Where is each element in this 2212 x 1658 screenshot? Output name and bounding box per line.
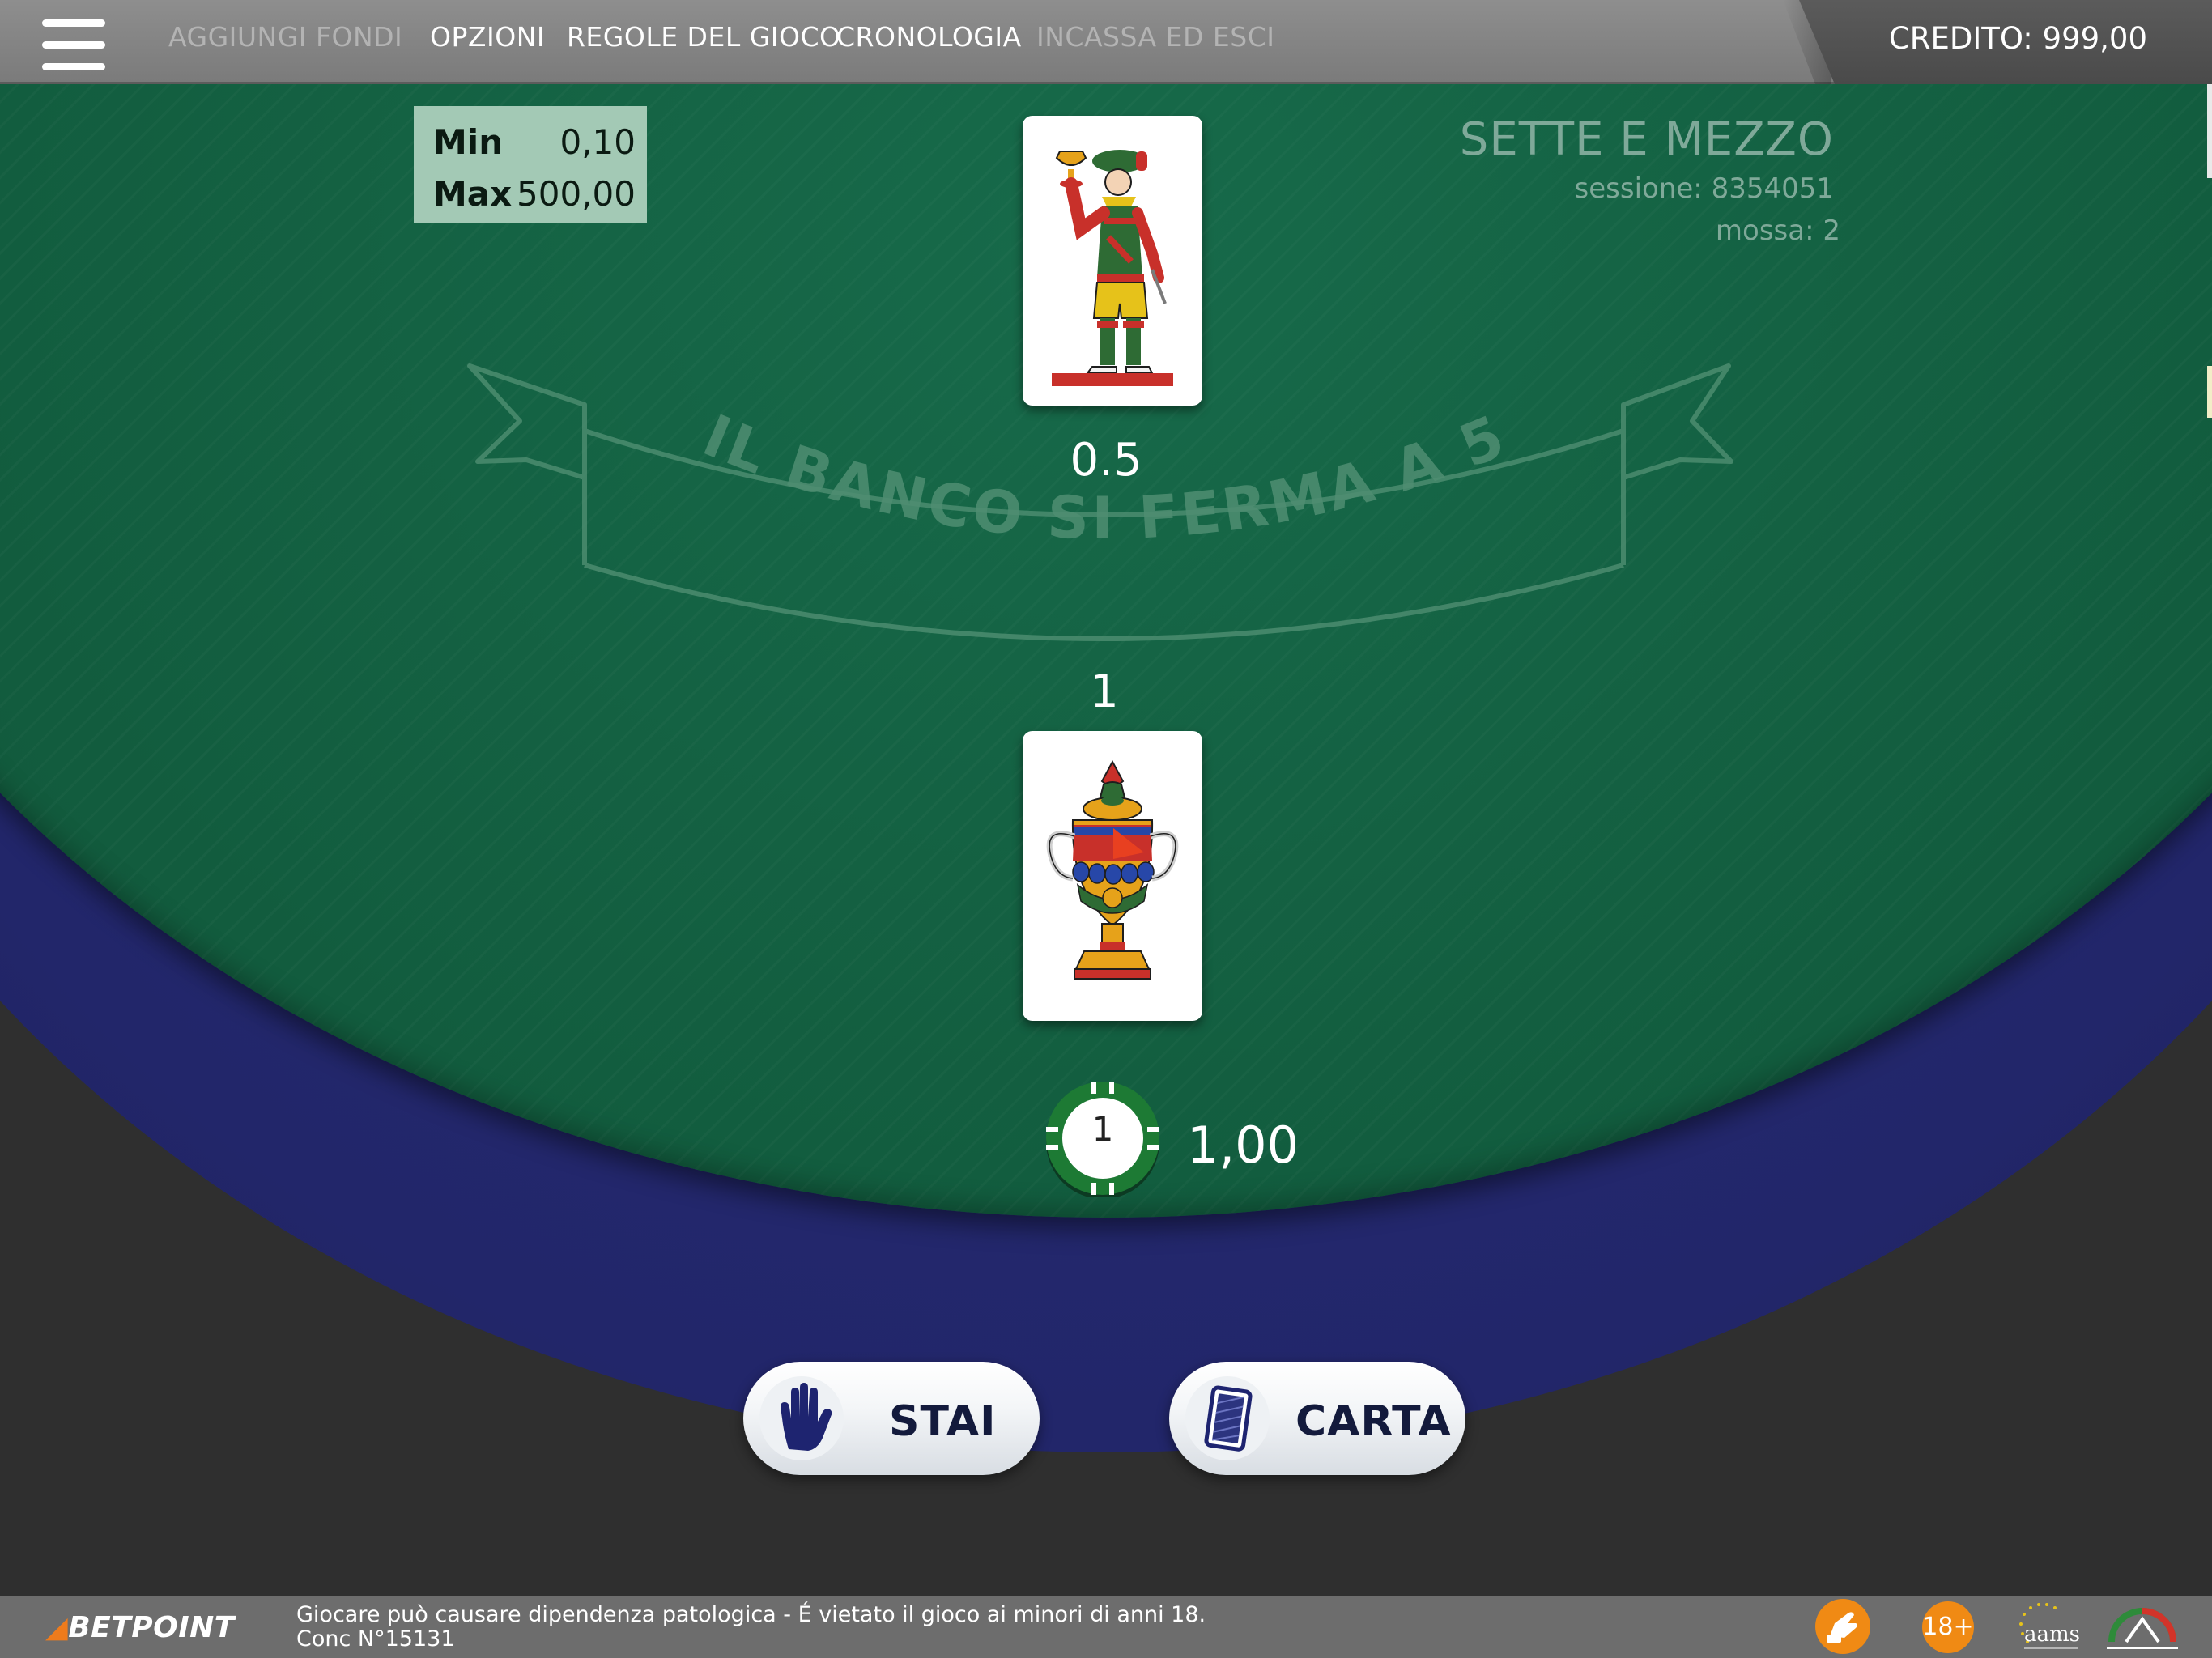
top-bar: AGGIUNGI FONDI OPZIONI REGOLE DEL GIOCO … xyxy=(0,0,2212,84)
hamburger-menu-icon[interactable] xyxy=(42,19,105,70)
menu-game-rules[interactable]: REGOLE DEL GIOCO xyxy=(567,21,840,53)
disclaimer-line-2: Conc N°15131 xyxy=(296,1626,455,1652)
credit-display: CREDITO: 999,00 xyxy=(1888,21,2147,56)
age-restriction-badge: 18+ xyxy=(1922,1601,1974,1653)
legal-gaming-gauge-icon xyxy=(2107,1608,2178,1649)
jack-of-cups-icon xyxy=(1052,150,1173,386)
bet-limits-panel: Min 0,10 Max 500,00 xyxy=(414,106,647,223)
menu-history[interactable]: CRONOLOGIA xyxy=(836,21,1022,53)
hand-stop-icon xyxy=(781,1383,832,1451)
bet-amount: 1,00 xyxy=(1187,1116,1300,1175)
betpoint-mark-icon: ◢ xyxy=(45,1611,69,1644)
menu-options[interactable]: OPZIONI xyxy=(430,21,545,53)
disclaimer-line-1: Giocare può causare dipendenza patologic… xyxy=(296,1602,1206,1627)
move-counter: mossa: 2 xyxy=(1715,215,1840,247)
ace-of-cups-icon xyxy=(1046,759,1179,980)
max-label: Max xyxy=(433,173,513,214)
session-id: sessione: 8354051 xyxy=(1574,172,1834,205)
game-title: SETTE E MEZZO xyxy=(1459,113,1834,166)
player-card xyxy=(1023,731,1202,1021)
stand-label: STAI xyxy=(889,1397,997,1446)
dealer-score: 0.5 xyxy=(1070,434,1142,487)
player-score: 1 xyxy=(1090,665,1119,718)
stand-button[interactable]: STAI xyxy=(743,1362,1040,1475)
hit-button[interactable]: CARTA xyxy=(1169,1362,1465,1475)
gambling-disclaimer: Giocare può causare dipendenza patologic… xyxy=(296,1603,1206,1652)
chip-value: 1 xyxy=(1091,1109,1114,1149)
min-label: Min xyxy=(433,121,504,162)
footer: ◢BETPOINT Giocare può causare dipendenza… xyxy=(0,1596,2212,1658)
menu-cash-out[interactable]: INCASSA ED ESCI xyxy=(1036,21,1274,53)
aams-text: aams xyxy=(2024,1622,2080,1647)
card-back-icon xyxy=(1204,1385,1253,1452)
responsible-gaming-hand-icon[interactable] xyxy=(1815,1599,1870,1654)
menu-add-funds[interactable]: AGGIUNGI FONDI xyxy=(168,21,402,53)
dealer-card xyxy=(1023,116,1202,406)
scrollbar-thumb[interactable] xyxy=(2207,84,2212,178)
max-value: 500,00 xyxy=(517,173,636,214)
hit-label: CARTA xyxy=(1295,1397,1452,1446)
game-info: SETTE E MEZZO sessione: 8354051 mossa: 2 xyxy=(1459,113,1840,247)
scrollbar-marker xyxy=(2207,366,2212,418)
betpoint-logo: ◢BETPOINT xyxy=(45,1611,235,1644)
min-value: 0,10 xyxy=(559,121,636,162)
aams-logo: aams xyxy=(2006,1600,2080,1655)
